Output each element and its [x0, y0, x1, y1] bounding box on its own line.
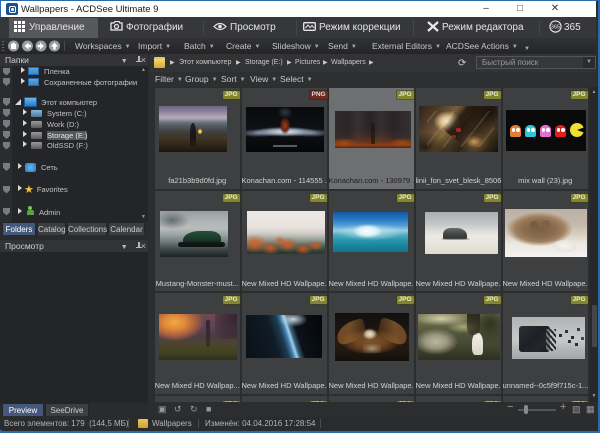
svg-text:365: 365	[551, 25, 560, 31]
